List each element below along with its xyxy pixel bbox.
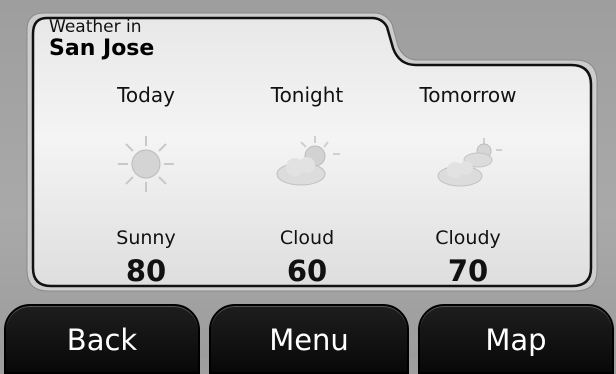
temperature-value: 80 bbox=[125, 254, 167, 288]
map-button[interactable]: Map bbox=[418, 304, 614, 374]
forecast-tomorrow: Tomorrow Cloudy 70 bbox=[388, 82, 548, 288]
sun-icon bbox=[66, 128, 226, 200]
temperature-value: 70 bbox=[447, 254, 489, 288]
menu-button-label: Menu bbox=[269, 323, 349, 357]
partly-cloudy-icon bbox=[227, 128, 387, 200]
cloudy-icon bbox=[388, 128, 548, 200]
condition-label: Sunny bbox=[116, 227, 176, 249]
condition-label: Cloud bbox=[279, 227, 335, 249]
period-label: Tomorrow bbox=[419, 83, 517, 107]
period-label: Today bbox=[117, 83, 175, 107]
forecast-today: Today Sunny 80 bbox=[66, 82, 226, 288]
temperature-value: 60 bbox=[286, 254, 328, 288]
back-button[interactable]: Back bbox=[4, 304, 200, 374]
header-city-name: San Jose bbox=[49, 36, 155, 61]
menu-button[interactable]: Menu bbox=[209, 304, 409, 374]
map-button-label: Map bbox=[485, 323, 547, 357]
period-label: Tonight bbox=[270, 83, 344, 107]
back-button-label: Back bbox=[66, 323, 138, 357]
forecast-tonight: Tonight Cloud 60 bbox=[227, 82, 387, 288]
header-title-prefix: Weather in bbox=[49, 17, 142, 37]
condition-label: Cloudy bbox=[435, 227, 501, 249]
